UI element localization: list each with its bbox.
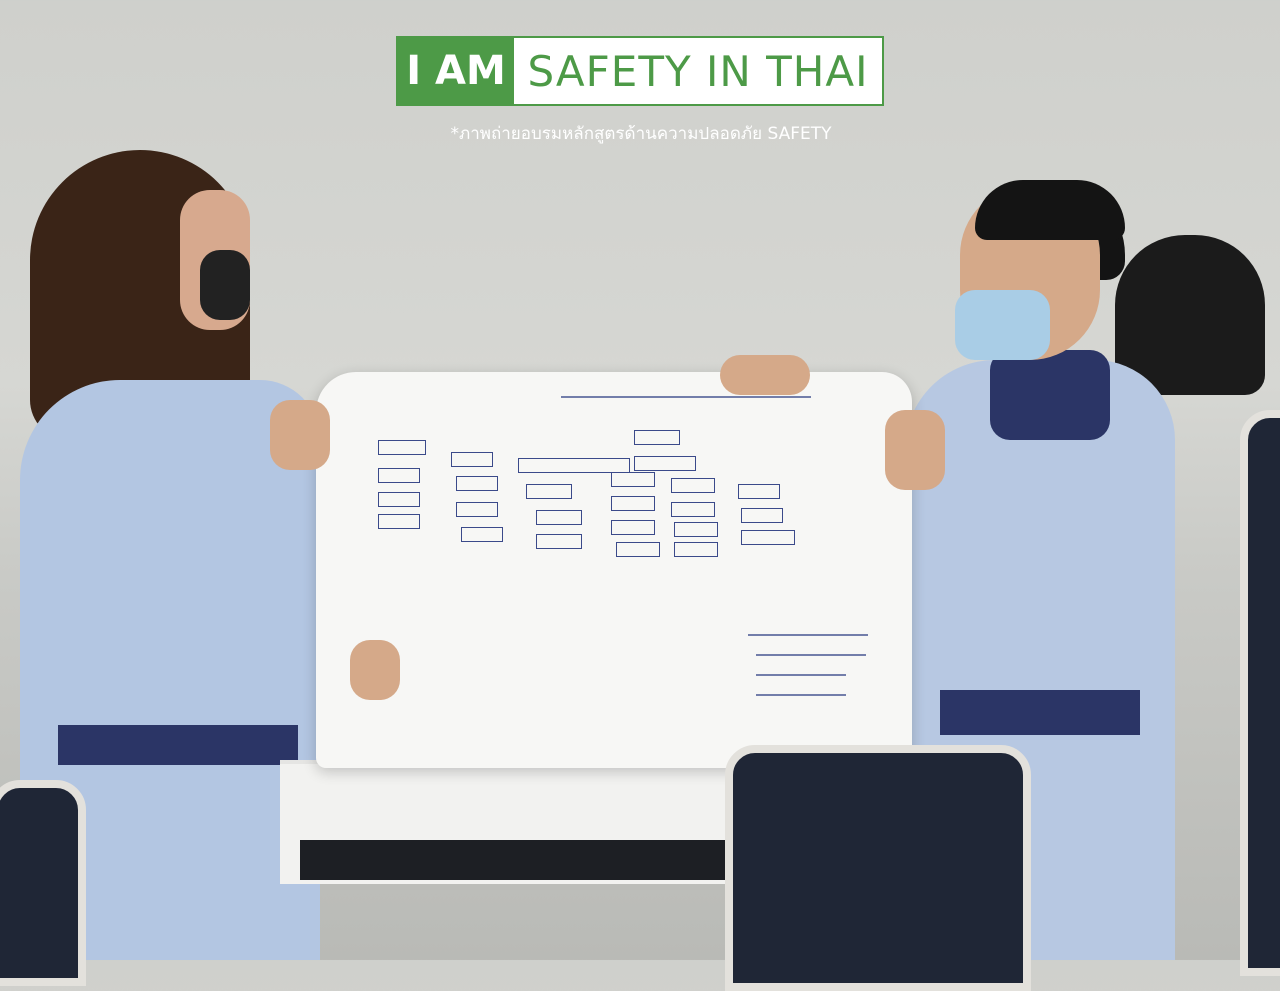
uniform-belt: [58, 725, 298, 765]
hand: [885, 410, 945, 490]
chair-left: [0, 780, 86, 986]
hand: [720, 355, 810, 395]
flipchart-paper: [316, 372, 912, 768]
black-face-mask: [200, 250, 250, 320]
brand-logo: I AM SAFETY IN THAI: [396, 36, 884, 106]
logo-safety-in-thai: SAFETY IN THAI: [527, 46, 869, 96]
woman-right-hair-top: [975, 180, 1125, 240]
photo-caption: *ภาพถ่ายอบรมหลักสูตรด้านความปลอดภัย SAFE…: [450, 124, 832, 144]
hand: [270, 400, 330, 470]
man-background: [1115, 235, 1265, 395]
logo-i-am: I AM: [398, 38, 514, 104]
blue-face-mask: [955, 290, 1050, 360]
uniform-collar: [990, 350, 1110, 440]
table-base: [300, 840, 760, 880]
uniform-belt: [940, 690, 1140, 735]
chair-front: [725, 745, 1031, 991]
hand: [350, 640, 400, 700]
chair-right: [1240, 410, 1280, 976]
